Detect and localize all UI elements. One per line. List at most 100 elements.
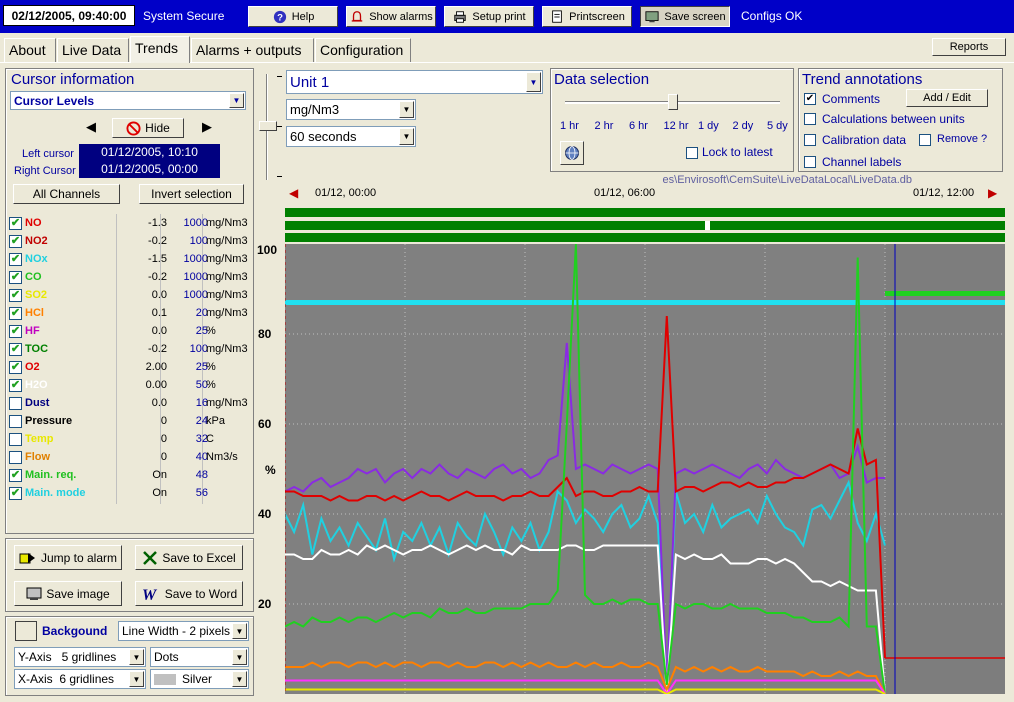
channel-checkbox[interactable]: ✔ (9, 289, 22, 302)
reports-button[interactable]: Reports (932, 38, 1006, 56)
channel-row[interactable]: Pressure 0 24 kPa (9, 413, 249, 431)
channel-value: -0.2 (148, 343, 167, 355)
help-button[interactable]: ? Help (248, 6, 338, 27)
channel-row[interactable]: ✔ NO2 -0.2 100 mg/Nm3 (9, 233, 249, 251)
channel-row[interactable]: ✔ SO2 0.0 1000 mg/Nm3 (9, 287, 249, 305)
zoom-slider-thumb[interactable] (259, 121, 277, 131)
channel-row[interactable]: ✔ HF 0.0 25% (9, 323, 249, 341)
setup-print-button[interactable]: Setup print (444, 6, 534, 27)
save-image-label: Save image (46, 586, 110, 601)
trend-chart[interactable] (285, 244, 1005, 694)
cursor-mode-select[interactable]: Cursor Levels ▼ (10, 91, 246, 110)
print-page-icon (552, 9, 562, 23)
hide-cursor-button[interactable]: Hide (112, 118, 184, 138)
channel-checkbox[interactable]: ✔ (9, 487, 22, 500)
range-tick-label[interactable]: 6 hr (629, 120, 648, 132)
invert-selection-button[interactable]: Invert selection (139, 184, 244, 204)
channel-name: TOC (25, 343, 49, 355)
config-status: Configs OK (741, 9, 803, 23)
range-tick-label[interactable]: 5 dy (767, 120, 788, 132)
channel-checkbox[interactable] (9, 397, 22, 410)
save-to-word-button[interactable]: W Save to Word (135, 581, 243, 606)
y-axis-gridlines-select[interactable]: Y-Axis 5 gridlines ▼ (14, 647, 146, 667)
channel-row[interactable]: ✔ H2O 0.00 50% (9, 377, 249, 395)
tab-configuration[interactable]: Configuration (315, 38, 411, 62)
channel-labels-checkbox[interactable] (804, 156, 816, 168)
tab-alarms-outputs[interactable]: Alarms + outputs (191, 38, 314, 62)
range-tick-label[interactable]: 1 dy (698, 120, 719, 132)
tab-about[interactable]: About (4, 38, 56, 62)
cursor-right-arrow-icon[interactable]: ▶ (202, 120, 212, 135)
channel-value: 0 (160, 451, 167, 463)
all-channels-button[interactable]: All Channels (13, 184, 120, 204)
channel-row[interactable]: ✔ Main. mode On 56 (9, 485, 249, 503)
comments-checkbox[interactable]: ✔ (804, 93, 816, 105)
channel-value: 0.1 (151, 307, 167, 319)
channel-checkbox[interactable]: ✔ (9, 307, 22, 320)
channel-row[interactable]: Temp 0 32 C (9, 431, 249, 449)
channel-row[interactable]: ✔ TOC -0.2 100 mg/Nm3 (9, 341, 249, 359)
channel-checkbox[interactable] (9, 451, 22, 464)
channel-value: 0.0 (151, 397, 167, 409)
remove-checkbox[interactable] (919, 134, 931, 146)
channel-checkbox[interactable]: ✔ (9, 217, 22, 230)
line-width-select[interactable]: Line Width - 2 pixels ▼ (118, 621, 249, 641)
save-image-button[interactable]: Save image (14, 581, 122, 606)
grid-style-select[interactable]: Dots ▼ (150, 647, 249, 667)
channel-range: 16 (195, 397, 208, 409)
channel-row[interactable]: ✔ NOx -1.5 1000 mg/Nm3 (9, 251, 249, 269)
channel-checkbox[interactable]: ✔ (9, 361, 22, 374)
channel-checkbox[interactable]: ✔ (9, 325, 22, 338)
range-tick-label[interactable]: 1 hr (560, 120, 579, 132)
slider-tick (277, 76, 282, 77)
printscreen-button[interactable]: Printscreen (542, 6, 632, 27)
grid-color-select[interactable]: Silver ▼ (150, 669, 249, 689)
chevron-down-icon: ▼ (232, 671, 247, 687)
channel-row[interactable]: ✔ HCl 0.1 20 mg/Nm3 (9, 305, 249, 323)
chevron-down-icon: ▼ (129, 671, 144, 687)
jump-to-alarm-button[interactable]: Jump to alarm (14, 545, 122, 570)
unit-select[interactable]: Unit 1 ▼ (286, 70, 543, 94)
channel-row[interactable]: ✔ CO -0.2 1000 mg/Nm3 (9, 269, 249, 287)
channel-row[interactable]: Dust 0.0 16 mg/Nm3 (9, 395, 249, 413)
save-to-excel-button[interactable]: Save to Excel (135, 545, 243, 570)
channel-row[interactable]: ✔ NO -1.3 1000 mg/Nm3 (9, 215, 249, 233)
scroll-left-arrow-icon[interactable]: ◀ (289, 186, 298, 200)
calibration-checkbox[interactable] (804, 134, 816, 146)
channel-checkbox[interactable] (9, 415, 22, 428)
hide-label: Hide (145, 121, 170, 135)
cursor-left-arrow-icon[interactable]: ◀ (86, 120, 96, 135)
lock-to-latest-checkbox[interactable] (686, 147, 698, 159)
range-tick-label[interactable]: 2 dy (733, 120, 754, 132)
show-alarms-button[interactable]: Show alarms (346, 6, 436, 27)
jump-icon (19, 552, 35, 563)
channel-row[interactable]: ✔ Main. req. On 48 (9, 467, 249, 485)
calculations-checkbox[interactable] (804, 113, 816, 125)
add-edit-button[interactable]: Add / Edit (906, 89, 988, 107)
channel-checkbox[interactable]: ✔ (9, 271, 22, 284)
interval-select[interactable]: 60 seconds ▼ (286, 126, 416, 147)
x-axis-gridlines-select[interactable]: X-Axis 6 gridlines ▼ (14, 669, 146, 689)
background-color-swatch[interactable] (15, 621, 37, 641)
channel-checkbox[interactable] (9, 433, 22, 446)
channel-row[interactable]: Flow 0 40 Nm3/s (9, 449, 249, 467)
range-tick-label[interactable]: 12 hr (664, 120, 689, 132)
tab-trends[interactable]: Trends (130, 36, 190, 63)
channel-name: Temp (25, 433, 54, 445)
units-select[interactable]: mg/Nm3 ▼ (286, 99, 416, 120)
range-slider-thumb[interactable] (668, 94, 678, 110)
chevron-down-icon: ▼ (232, 623, 247, 639)
scroll-right-arrow-icon[interactable]: ▶ (988, 186, 997, 200)
channel-checkbox[interactable]: ✔ (9, 253, 22, 266)
channel-checkbox[interactable]: ✔ (9, 379, 22, 392)
channel-checkbox[interactable]: ✔ (9, 343, 22, 356)
channel-row[interactable]: ✔ O2 2.00 25% (9, 359, 249, 377)
tab-live-data[interactable]: Live Data (57, 38, 129, 62)
channel-checkbox[interactable]: ✔ (9, 469, 22, 482)
save-screen-button[interactable]: Save screen (640, 6, 730, 27)
refresh-button[interactable] (560, 141, 584, 165)
calculations-label: Calculations between units (822, 112, 965, 126)
channel-checkbox[interactable]: ✔ (9, 235, 22, 248)
status-bar (285, 208, 1005, 217)
range-tick-label[interactable]: 2 hr (595, 120, 614, 132)
